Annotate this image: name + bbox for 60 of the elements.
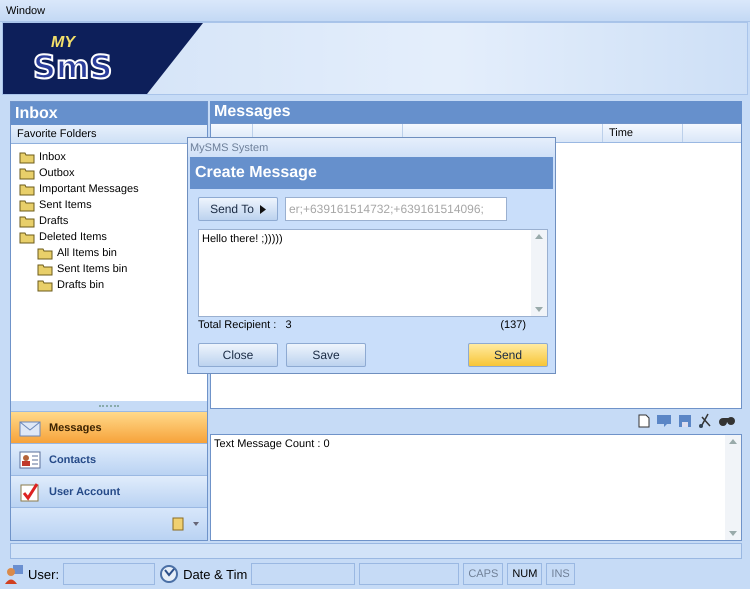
tree-item[interactable]: Inbox [39, 151, 66, 163]
menu-item[interactable]: Window [6, 4, 46, 16]
new-page-icon[interactable] [638, 414, 650, 428]
speech-bubble-icon[interactable] [656, 414, 672, 428]
tree-item[interactable]: Drafts [39, 215, 68, 227]
character-count: (137) [500, 319, 526, 331]
folder-icon [19, 214, 35, 228]
section-header: Favorite Folders [11, 125, 207, 144]
tree-item[interactable]: All Items bin [57, 247, 117, 259]
nav-button[interactable]: Contacts [11, 443, 207, 475]
scroll-down-icon[interactable] [729, 531, 737, 536]
caret-icon [260, 204, 266, 214]
tree-item[interactable]: Sent Items [39, 199, 92, 211]
total-recipient-label: Total Recipient : 3 [198, 319, 292, 331]
dialog-button[interactable]: Save [286, 343, 366, 367]
key-indicator: NUM [507, 563, 542, 585]
tree-item[interactable]: Sent Items bin [57, 263, 128, 275]
tree-item[interactable]: Important Messages [39, 183, 139, 195]
folder-icon [19, 150, 35, 164]
binoculars-icon[interactable] [718, 415, 736, 428]
scroll-up-icon[interactable] [729, 438, 737, 444]
dialog-title: MySMS System [188, 138, 555, 157]
date-time-label: Date & Tim [183, 566, 248, 582]
key-indicator: INS [546, 563, 575, 585]
folder-icon [37, 278, 53, 292]
panel-title: Messages [210, 101, 742, 124]
key-indicator: CAPS [463, 563, 504, 585]
tree-item[interactable]: Outbox [39, 167, 74, 179]
log-text: Text Message Count : 0 [213, 436, 331, 452]
contact-card-icon [19, 450, 41, 468]
save-icon[interactable] [678, 414, 692, 428]
scroll-down-icon[interactable] [535, 307, 543, 312]
nav-button[interactable]: User Account [11, 475, 207, 507]
dialog-header: Create Message [190, 157, 553, 189]
nav-button[interactable]: Messages [11, 411, 207, 443]
folder-icon [19, 198, 35, 212]
folder-icon [37, 262, 53, 276]
logo: MY SmS [3, 23, 203, 94]
checklist-icon [19, 482, 41, 502]
user-icon [4, 564, 24, 584]
scroll-up-icon[interactable] [535, 234, 543, 239]
folder-icon [37, 246, 53, 260]
folder-icon [19, 230, 35, 244]
folder-icon [19, 166, 35, 180]
note-icon[interactable] [171, 517, 185, 531]
tree-item[interactable]: Drafts bin [57, 279, 104, 291]
send-to-button[interactable]: Send To [198, 197, 278, 221]
scrollbar[interactable] [725, 434, 741, 540]
column-header[interactable]: Time [609, 127, 634, 140]
envelope-icon [19, 418, 41, 436]
scissors-icon[interactable] [698, 413, 712, 430]
tree-item[interactable]: Deleted Items [39, 231, 107, 243]
scrollbar[interactable] [531, 230, 547, 316]
dialog-button[interactable]: Send [468, 343, 548, 367]
clock-icon [159, 564, 180, 584]
dropdown-icon[interactable] [193, 522, 199, 526]
dialog-button[interactable]: Close [198, 343, 278, 367]
panel-title: Inbox [11, 102, 207, 125]
folder-icon [19, 182, 35, 196]
user-label: User: [28, 566, 60, 582]
